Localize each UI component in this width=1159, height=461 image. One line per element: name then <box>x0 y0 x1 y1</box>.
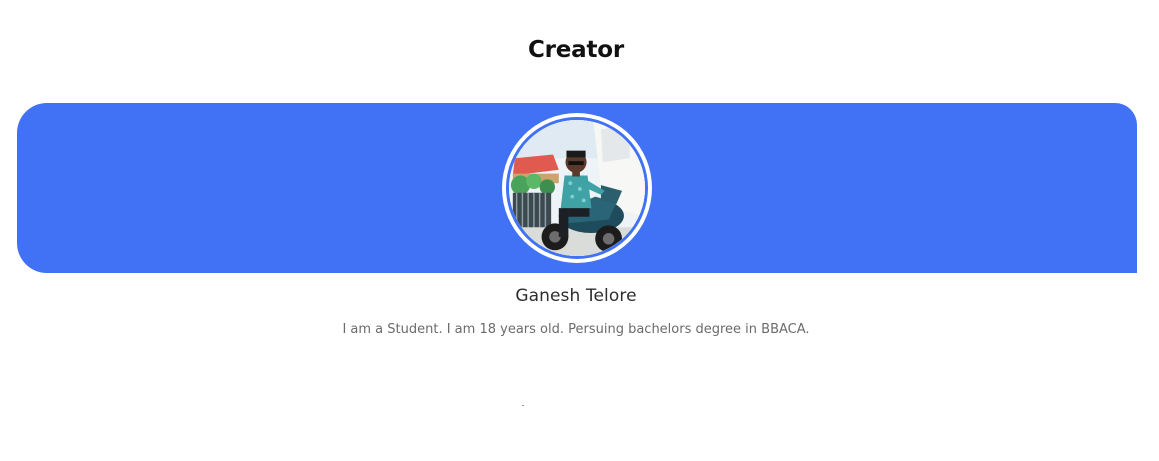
avatar-ring <box>502 113 652 263</box>
section-title: Creator <box>527 37 625 64</box>
decorative-dot <box>522 405 524 406</box>
avatar-photo <box>509 120 645 256</box>
creator-page: Creator Ganesh Telore I am a Student. I … <box>0 0 1159 461</box>
avatar <box>506 117 648 259</box>
creator-name: Ganesh Telore <box>515 286 637 306</box>
creator-bio: I am a Student. I am 18 years old. Persu… <box>342 322 810 337</box>
